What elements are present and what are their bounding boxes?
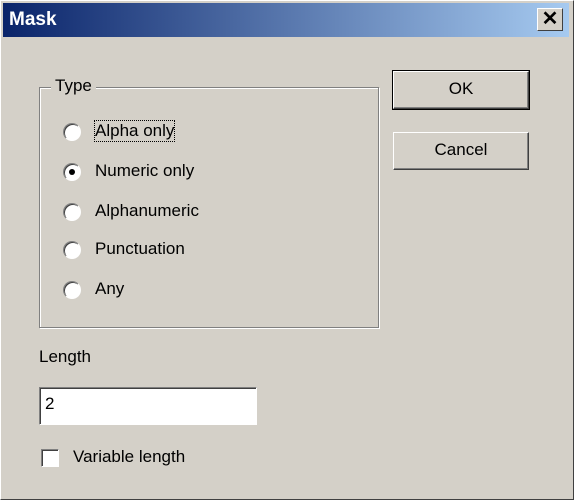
close-button[interactable]: ✕ [537, 8, 563, 31]
radio-button[interactable] [63, 203, 81, 221]
radio-button[interactable] [63, 163, 81, 181]
cancel-button[interactable]: Cancel [393, 132, 529, 170]
radio-label: Alphanumeric [95, 201, 199, 220]
close-icon: ✕ [541, 8, 559, 30]
ok-button[interactable]: OK [392, 70, 530, 110]
type-group-label: Type [51, 76, 96, 96]
radio-label: Punctuation [95, 239, 185, 258]
radio-label: Alpha only [93, 120, 176, 142]
radio-label: Any [95, 279, 125, 298]
window-title: Mask [9, 9, 57, 30]
radio-label: Numeric only [95, 161, 195, 180]
radio-button[interactable] [63, 241, 81, 259]
variable-length-label: Variable length [73, 447, 186, 466]
radio-button[interactable] [63, 123, 81, 141]
type-groupbox [39, 87, 379, 328]
radio-button[interactable] [63, 281, 81, 299]
mask-dialog: Mask ✕ Type Alpha only Numeric only Alph… [0, 0, 574, 500]
length-input[interactable]: 2 [39, 387, 257, 425]
title-bar[interactable]: Mask ✕ [3, 3, 569, 37]
variable-length-checkbox[interactable] [41, 449, 59, 467]
length-label: Length [39, 347, 91, 366]
